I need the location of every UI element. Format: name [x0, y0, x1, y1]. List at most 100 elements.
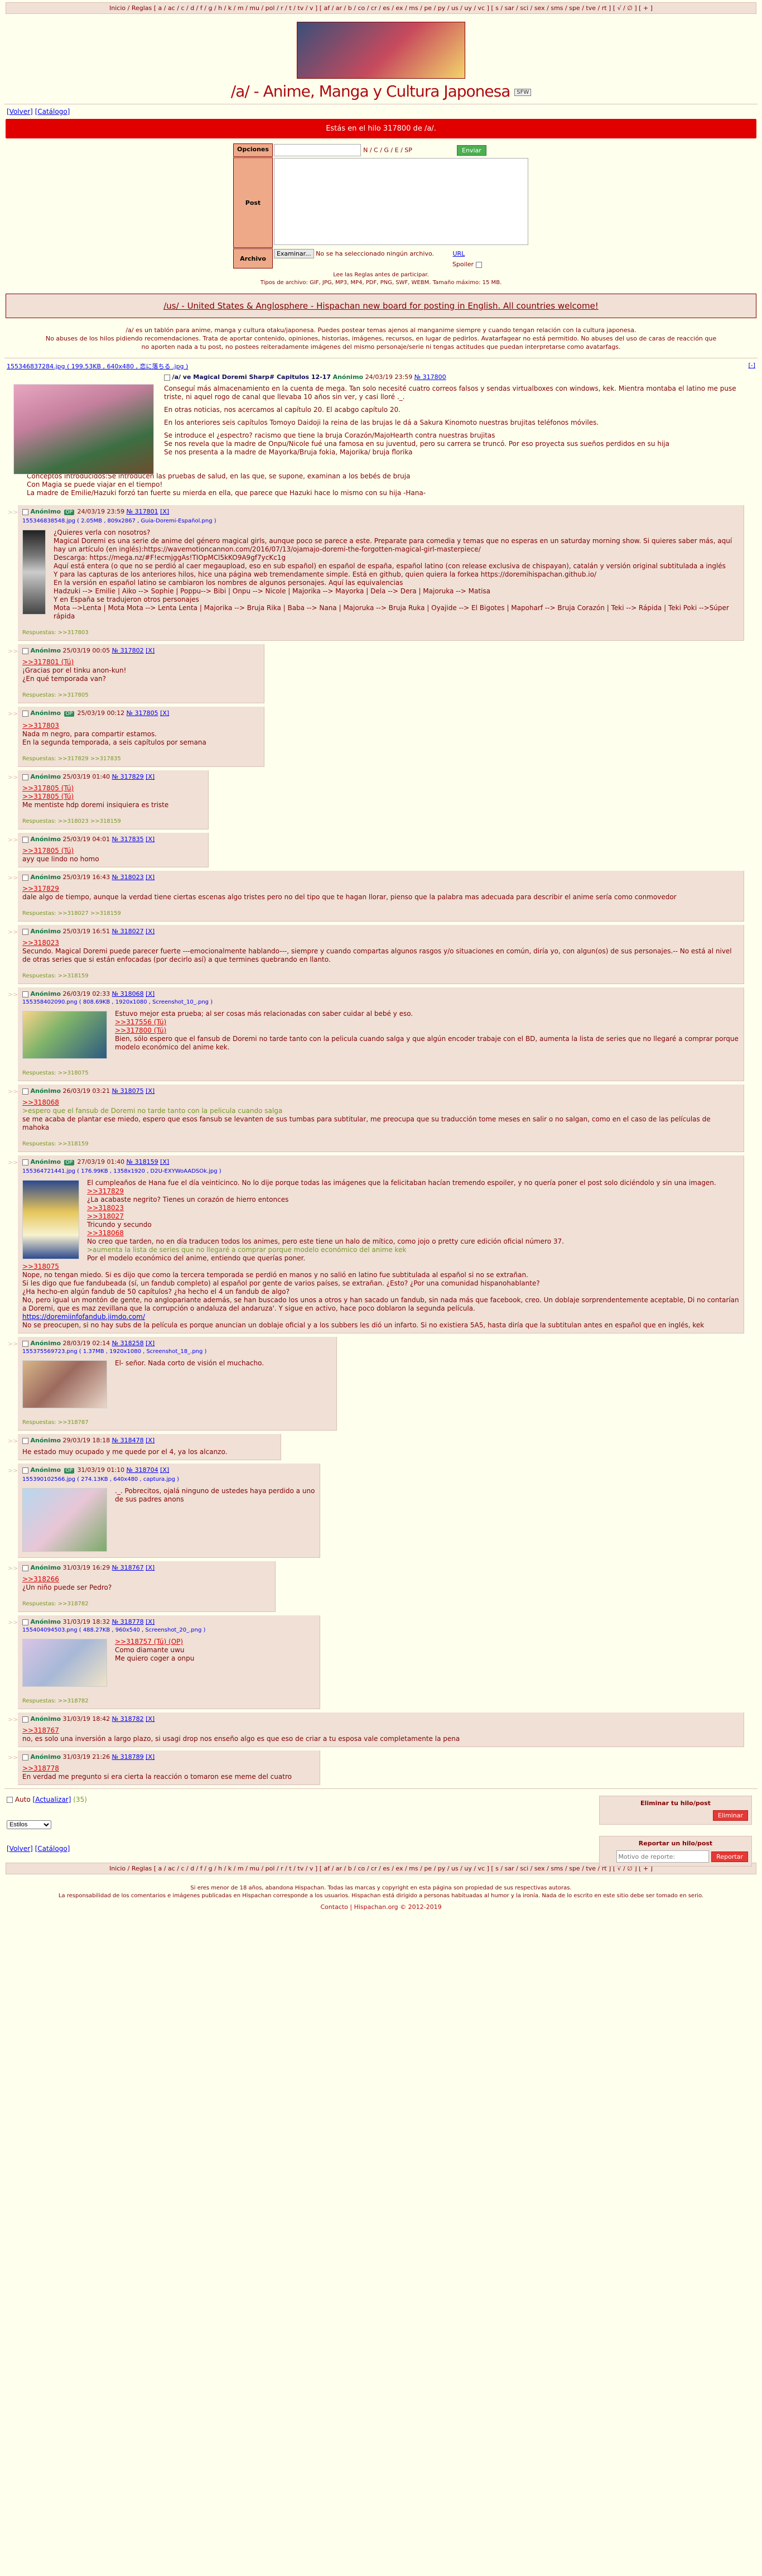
reply-fileinfo[interactable]: 155364721441.jpg ( 176.99KB , 1358x1920 … [22, 1167, 739, 1176]
reply-select-checkbox[interactable] [22, 1619, 28, 1625]
style-select[interactable]: Estilos [7, 1820, 51, 1829]
reply-post-number[interactable]: № 318478 [112, 1437, 144, 1444]
backlinks[interactable]: Respuestas: >>317805 [22, 691, 259, 699]
reply-image[interactable] [22, 1639, 107, 1687]
quote-link[interactable]: >>318767 [22, 1726, 739, 1735]
hide-post-button[interactable]: [X] [146, 836, 155, 843]
reply-select-checkbox[interactable] [22, 928, 28, 935]
reply-fileinfo[interactable]: 155358402090.png ( 808.69KB , 1920x1080 … [22, 998, 739, 1006]
hide-post-button[interactable]: [X] [146, 1753, 155, 1760]
reply-select-checkbox[interactable] [22, 1340, 28, 1347]
hide-post-button[interactable]: [X] [160, 709, 169, 717]
backlinks[interactable]: Respuestas: >>317829 >>317835 [22, 755, 259, 763]
hide-post-button[interactable]: [X] [160, 1466, 169, 1474]
backlinks[interactable]: Respuestas: >>318787 [22, 1418, 332, 1427]
hide-post-button[interactable]: [X] [146, 1715, 155, 1723]
spoiler-checkbox[interactable] [475, 261, 482, 268]
quote-link[interactable]: >>318023 [22, 1204, 739, 1212]
reply-post-number[interactable]: № 317801 [127, 508, 158, 515]
backlinks[interactable]: Respuestas: >>318023 >>318159 [22, 817, 204, 826]
options-shortcuts[interactable]: N / C / G / E / SP [363, 147, 412, 154]
reply-image[interactable] [22, 1011, 107, 1059]
hide-post-button[interactable]: [X] [146, 990, 155, 997]
quote-link[interactable]: >>317803 [22, 722, 259, 730]
op-image[interactable] [13, 384, 154, 474]
quote-link[interactable]: >>318266 [22, 1575, 271, 1584]
reply-post-number[interactable]: № 317802 [112, 647, 144, 654]
catalog-link[interactable]: [Catálogo] [35, 108, 70, 116]
post-textarea[interactable] [273, 158, 528, 245]
reply-select-checkbox[interactable] [22, 1716, 28, 1723]
quote-link[interactable]: >>317829 [22, 885, 739, 893]
reply-post-number[interactable]: № 318075 [112, 1087, 144, 1095]
reply-post-number[interactable]: № 318159 [127, 1158, 158, 1165]
report-button[interactable]: Reportar [711, 1851, 748, 1862]
quote-link[interactable]: >>318068 [22, 1229, 739, 1237]
reply-post-number[interactable]: № 317829 [112, 773, 144, 780]
browse-button[interactable]: Examinar... [273, 249, 314, 258]
quote-link[interactable]: >>318027 [22, 1212, 739, 1221]
reply-post-number[interactable]: № 318027 [112, 928, 144, 935]
reply-image[interactable] [22, 530, 46, 615]
reply-select-checkbox[interactable] [22, 1467, 28, 1474]
quote-link[interactable]: >>317829 [22, 1187, 739, 1196]
submit-button[interactable]: Enviar [457, 145, 486, 156]
reply-post-number[interactable]: № 318704 [127, 1466, 158, 1474]
backlinks[interactable]: Respuestas: >>318159 [22, 1140, 739, 1148]
hide-post-button[interactable]: [X] [146, 1087, 155, 1095]
quote-link[interactable]: >>318068 [22, 1098, 739, 1107]
auto-update-checkbox[interactable] [7, 1797, 13, 1803]
catalog-link-bottom[interactable]: [Catálogo] [35, 1845, 70, 1853]
footer-contact[interactable]: Contacto | Hispachan.org © 2012-2019 [0, 1903, 762, 1911]
hide-post-button[interactable]: [X] [146, 1618, 155, 1625]
hide-post-button[interactable]: [X] [146, 1340, 155, 1347]
hide-post-button[interactable]: [X] [146, 928, 155, 935]
reply-image[interactable] [22, 1360, 107, 1408]
hide-thread-button[interactable]: [-] [748, 362, 755, 369]
reply-select-checkbox[interactable] [22, 509, 28, 515]
reply-post-number[interactable]: № 318023 [112, 874, 144, 881]
quote-link[interactable]: >>318075 [22, 1263, 739, 1271]
us-board-link[interactable]: /us/ - United States & Anglosphere - His… [163, 301, 599, 311]
back-link[interactable]: [Volver] [7, 108, 33, 116]
quote-link[interactable]: >>317805 (Tú) [22, 793, 204, 801]
hide-post-button[interactable]: [X] [146, 1564, 155, 1571]
reply-select-checkbox[interactable] [22, 874, 28, 881]
reply-image[interactable] [22, 1180, 79, 1259]
backlinks[interactable]: Respuestas: >>317803 [22, 629, 739, 637]
hide-post-button[interactable]: [X] [160, 508, 169, 515]
hide-post-button[interactable]: [X] [146, 1437, 155, 1444]
top-board-links[interactable]: Inicio / Reglas [ a / ac / c / d / f / g… [6, 2, 756, 14]
hide-post-button[interactable]: [X] [160, 1158, 169, 1165]
reply-select-checkbox[interactable] [22, 1754, 28, 1760]
reply-post-number[interactable]: № 318068 [112, 990, 144, 997]
quote-link[interactable]: >>318023 [22, 939, 739, 947]
reply-select-checkbox[interactable] [22, 836, 28, 843]
reply-select-checkbox[interactable] [22, 1565, 28, 1571]
reply-post-number[interactable]: № 317835 [112, 836, 144, 843]
back-link-bottom[interactable]: [Volver] [7, 1845, 33, 1853]
reply-select-checkbox[interactable] [22, 710, 28, 717]
reply-fileinfo[interactable]: 155404094503.png ( 488.27KB , 960x540 , … [22, 1626, 315, 1634]
op-file-link[interactable]: 155346837284.jpg ( 199.53KB , 640x480 , … [7, 363, 188, 370]
quote-link[interactable]: >>317800 (Tú) [22, 1026, 739, 1035]
quote-link[interactable]: >>318778 [22, 1764, 315, 1773]
reply-fileinfo[interactable]: 155346838548.jpg ( 2.05MB , 809x2867 , G… [22, 517, 739, 525]
hide-post-button[interactable]: [X] [146, 773, 155, 780]
backlinks[interactable]: Respuestas: >>318159 [22, 972, 739, 980]
backlinks[interactable]: Respuestas: >>318782 [22, 1600, 271, 1608]
quote-link[interactable]: >>317805 (Tú) [22, 847, 204, 855]
delete-button[interactable]: Eliminar [712, 1810, 748, 1821]
backlinks[interactable]: Respuestas: >>318027 >>318159 [22, 909, 739, 918]
reply-post-number[interactable]: № 318778 [112, 1618, 144, 1625]
op-post-number[interactable]: № 317800 [414, 373, 446, 381]
update-link[interactable]: [Actualizar] [33, 1796, 71, 1803]
reply-select-checkbox[interactable] [22, 1159, 28, 1165]
reply-fileinfo[interactable]: 155375569723.png ( 1.37MB , 1920x1080 , … [22, 1347, 332, 1356]
reply-post-number[interactable]: № 318782 [112, 1715, 144, 1723]
reply-image[interactable] [22, 1488, 107, 1552]
reply-post-number[interactable]: № 318258 [112, 1340, 144, 1347]
reply-select-checkbox[interactable] [22, 647, 28, 654]
reply-post-number[interactable]: № 317805 [127, 709, 158, 717]
reply-select-checkbox[interactable] [22, 1437, 28, 1444]
